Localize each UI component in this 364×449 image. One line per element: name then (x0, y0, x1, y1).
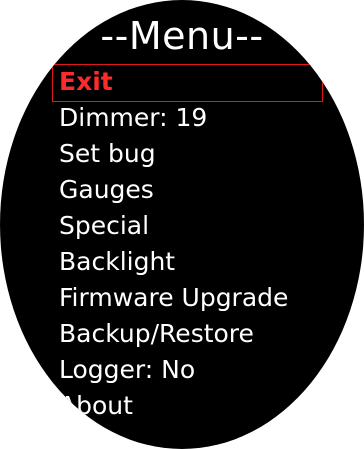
menu-item-about[interactable]: About (52, 388, 352, 424)
menu-item-exit[interactable]: Exit (52, 64, 323, 102)
menu-item-special[interactable]: Special (52, 208, 352, 244)
menu-item-gauges[interactable]: Gauges (52, 172, 352, 208)
menu-item-firmware-upgrade[interactable]: Firmware Upgrade (52, 280, 352, 316)
menu-item-logger[interactable]: Logger: No (52, 352, 352, 388)
menu-item-backlight[interactable]: Backlight (52, 244, 352, 280)
menu-list: Exit Dimmer: 19 Set bug Gauges Special B… (52, 64, 352, 424)
menu-item-dimmer[interactable]: Dimmer: 19 (52, 100, 352, 136)
menu-item-set-bug[interactable]: Set bug (52, 136, 352, 172)
menu-item-backup-restore[interactable]: Backup/Restore (52, 316, 352, 352)
menu-title: --Menu-- (100, 14, 264, 58)
display-screen: --Menu-- Exit Dimmer: 19 Set bug Gauges … (0, 0, 364, 449)
